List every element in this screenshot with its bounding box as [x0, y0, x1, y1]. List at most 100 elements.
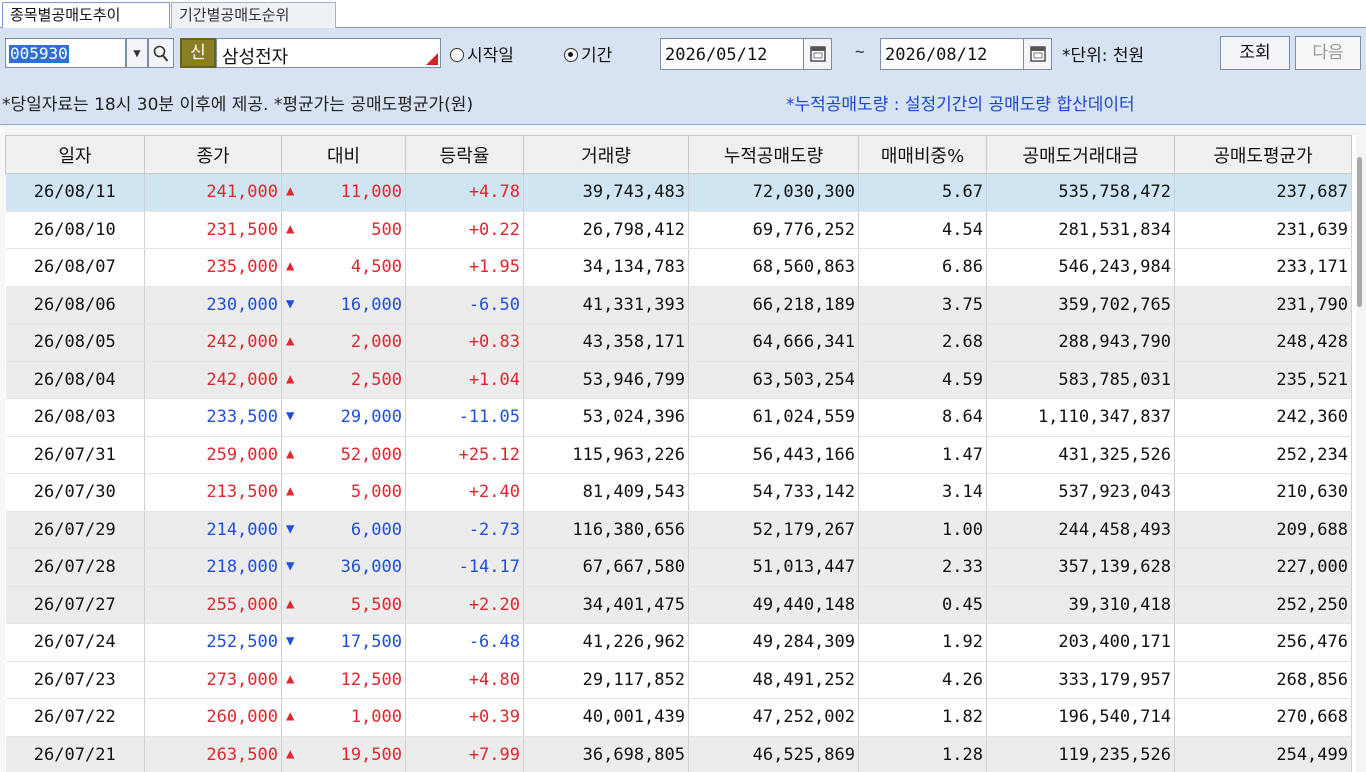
cell-change: ▲ 2,500 [281, 361, 406, 399]
col-header-rate[interactable]: 등락율 [405, 135, 524, 174]
col-header-change[interactable]: 대비 [281, 135, 406, 174]
cell-short-amount: 196,540,714 [986, 698, 1175, 737]
table-row[interactable]: 26/07/30 213,500 ▲ 5,000 +2.40 81,409,543 54,7… [5, 473, 1352, 512]
change-value: 52,000 [340, 444, 402, 465]
date-from-value[interactable]: 2026/05/12 [665, 45, 767, 65]
table-row[interactable]: 26/07/21 263,500 ▲ 19,500 +7.99 36,698,805 46,… [5, 736, 1352, 772]
up-arrow-icon: ▲ [286, 183, 295, 199]
radio-period-label: 기간 [581, 46, 613, 66]
cell-date: 26/08/07 [5, 248, 145, 287]
cell-short-avg-price: 252,250 [1174, 586, 1352, 624]
cell-volume: 41,226,962 [523, 623, 689, 662]
calendar-icon [1029, 46, 1046, 62]
date-to-value[interactable]: 2026/08/12 [885, 45, 987, 65]
cell-cumulative-short: 68,560,863 [688, 248, 859, 287]
table-row[interactable]: 26/07/31 259,000 ▲ 52,000 +25.12 115,963,226 5… [5, 436, 1352, 474]
cell-rate: +0.83 [405, 323, 524, 362]
cell-trade-ratio: 1.82 [858, 698, 987, 737]
stock-code-input[interactable]: 005930 [5, 38, 126, 68]
col-header-close[interactable]: 종가 [144, 135, 282, 174]
scrollbar-thumb[interactable] [1357, 157, 1362, 307]
date-range-separator: ~ [855, 42, 865, 61]
date-from-field[interactable]: 2026/05/12 [660, 38, 832, 70]
col-header-cumulative-short[interactable]: 누적공매도량 [688, 135, 859, 174]
cell-volume: 40,001,439 [523, 698, 689, 737]
cell-change: ▲ 52,000 [281, 436, 406, 474]
table-row[interactable]: 26/07/23 273,000 ▲ 12,500 +4.80 29,117,852 48,… [5, 661, 1352, 699]
date-from-calendar-button[interactable] [803, 39, 831, 69]
new-listing-badge[interactable]: 신 [180, 38, 216, 68]
next-button[interactable]: 다음 [1295, 36, 1361, 70]
corner-marker-icon [426, 53, 438, 65]
stock-code-value[interactable]: 005930 [9, 45, 69, 63]
table-row[interactable]: 26/08/05 242,000 ▲ 2,000 +0.83 43,358,171 64,6… [5, 323, 1352, 362]
cell-volume: 26,798,412 [523, 211, 689, 249]
cell-short-avg-price: 270,668 [1174, 698, 1352, 737]
table-row[interactable]: 26/08/07 235,000 ▲ 4,500 +1.95 34,134,783 68,5… [5, 248, 1352, 287]
col-header-short-amount[interactable]: 공매도거래대금 [986, 135, 1175, 174]
col-header-volume[interactable]: 거래량 [523, 135, 689, 174]
cell-short-avg-price: 237,687 [1174, 173, 1352, 212]
cell-change: ▲ 2,000 [281, 323, 406, 362]
cell-change: ▲ 12,500 [281, 661, 406, 699]
code-dropdown-button[interactable]: ▼ [126, 38, 148, 68]
cell-change: ▲ 11,000 [281, 173, 406, 212]
cell-short-avg-price: 209,688 [1174, 511, 1352, 549]
up-arrow-icon: ▲ [286, 445, 295, 462]
vertical-scrollbar[interactable] [1356, 135, 1366, 772]
down-arrow-icon: ▼ [286, 408, 295, 424]
table-row[interactable]: 26/07/22 260,000 ▲ 1,000 +0.39 40,001,439 47,2… [5, 698, 1352, 737]
change-value: 19,500 [340, 744, 402, 765]
table-row[interactable]: 26/07/24 252,500 ▼ 17,500 -6.48 41,226,962 49,… [5, 623, 1352, 662]
table-row[interactable]: 26/08/11 241,000 ▲ 11,000 +4.78 39,743,483 72,… [5, 173, 1352, 212]
cell-short-avg-price: 242,360 [1174, 398, 1352, 437]
down-arrow-icon: ▼ [286, 558, 295, 574]
cell-rate: -6.50 [405, 286, 524, 324]
radio-start-date[interactable]: 시작일 [450, 41, 514, 66]
cell-rate: -6.48 [405, 623, 524, 662]
cell-short-amount: 431,325,526 [986, 436, 1175, 474]
table-row[interactable]: 26/08/03 233,500 ▼ 29,000 -11.05 53,024,396 61… [5, 398, 1352, 437]
date-to-field[interactable]: 2026/08/12 [880, 38, 1052, 70]
cell-cumulative-short: 49,440,148 [688, 586, 859, 624]
query-row: 005930 ▼ 신 삼성전자 시작일 기간 2026/05/12 ~ 2026… [0, 36, 1366, 72]
radio-period[interactable]: 기간 [564, 41, 612, 66]
cell-close: 255,000 [144, 586, 282, 624]
cell-close: 214,000 [144, 511, 282, 549]
cell-date: 26/08/06 [5, 286, 145, 324]
cell-close: 242,000 [144, 323, 282, 362]
col-header-trade-ratio[interactable]: 매매비중% [858, 135, 987, 174]
cell-short-avg-price: 233,171 [1174, 248, 1352, 287]
change-value: 4,500 [350, 257, 402, 278]
up-arrow-icon: ▲ [286, 220, 295, 237]
cell-trade-ratio: 1.92 [858, 623, 987, 662]
table-row[interactable]: 26/07/29 214,000 ▼ 6,000 -2.73 116,380,656 52,… [5, 511, 1352, 549]
table-row[interactable]: 26/07/28 218,000 ▼ 36,000 -14.17 67,667,580 51… [5, 548, 1352, 587]
col-header-short-avg-price[interactable]: 공매도평균가 [1174, 135, 1352, 174]
stock-name-field[interactable]: 삼성전자 [216, 38, 441, 68]
cell-cumulative-short: 54,733,142 [688, 473, 859, 512]
down-arrow-icon: ▼ [286, 520, 295, 537]
table-row[interactable]: 26/08/04 242,000 ▲ 2,500 +1.04 53,946,799 63,5… [5, 361, 1352, 399]
cell-change: ▼ 16,000 [281, 286, 406, 324]
cell-close: 231,500 [144, 211, 282, 249]
cell-trade-ratio: 8.64 [858, 398, 987, 437]
col-header-date[interactable]: 일자 [5, 135, 145, 174]
cell-short-amount: 359,702,765 [986, 286, 1175, 324]
cell-rate: +4.78 [405, 173, 524, 212]
tab-period-short-ranking[interactable]: 기간별공매도순위 [171, 2, 336, 28]
cell-short-avg-price: 252,234 [1174, 436, 1352, 474]
cell-short-amount: 39,310,418 [986, 586, 1175, 624]
down-arrow-icon: ▼ [286, 295, 295, 312]
table-row[interactable]: 26/07/27 255,000 ▲ 5,500 +2.20 34,401,475 49,4… [5, 586, 1352, 624]
query-button[interactable]: 조회 [1220, 36, 1290, 70]
cell-short-avg-price: 268,856 [1174, 661, 1352, 699]
cell-close: 241,000 [144, 173, 282, 212]
date-to-calendar-button[interactable] [1023, 39, 1051, 69]
table-row[interactable]: 26/08/06 230,000 ▼ 16,000 -6.50 41,331,393 66,… [5, 286, 1352, 324]
table-row[interactable]: 26/08/10 231,500 ▲ 500 +0.22 26,798,412 69,776… [5, 211, 1352, 249]
tab-stock-short-trend[interactable]: 종목별공매도추이 [2, 2, 170, 29]
stock-search-button[interactable] [148, 38, 174, 68]
cell-rate: +1.95 [405, 248, 524, 287]
cell-close: 252,500 [144, 623, 282, 662]
